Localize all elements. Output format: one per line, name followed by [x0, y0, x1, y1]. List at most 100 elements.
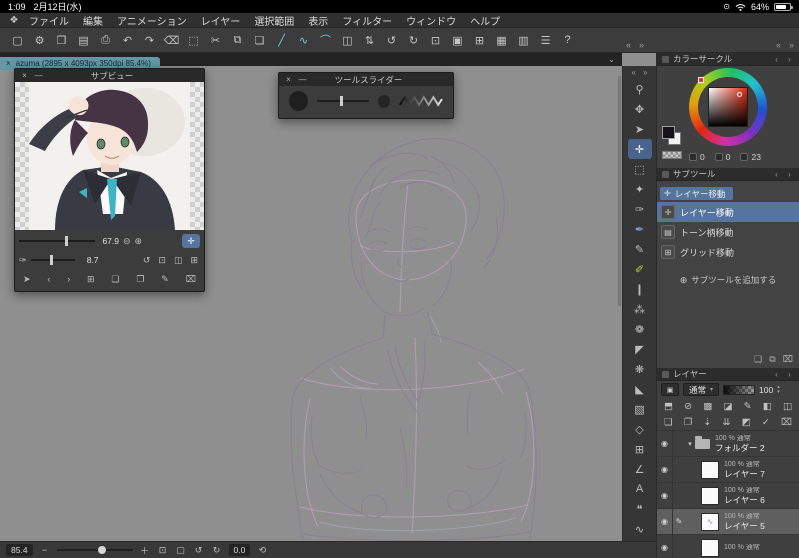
layer-move-tool[interactable]: ✛ — [627, 139, 652, 159]
subtool-item[interactable]: ▤ トーン柄移動 — [657, 222, 799, 242]
panel-next-icon[interactable]: › — [785, 370, 794, 379]
draft-layer-icon[interactable]: ✎ — [744, 401, 752, 412]
fit-screen-button[interactable]: ⊡ — [157, 545, 169, 556]
snap-grid-icon[interactable]: ⌒ — [316, 31, 335, 50]
layer-row[interactable]: ◉ ✎ ▾ 100 % 通常 レイヤー 6 — [657, 483, 799, 509]
create-mask-icon[interactable]: ◩ — [742, 417, 751, 428]
enable-mask-icon[interactable]: ◪ — [724, 401, 733, 412]
subtool-group-tab[interactable]: ✛ レイヤー移動 — [660, 187, 734, 200]
redo-icon[interactable]: ↷ — [140, 31, 159, 50]
add-image-icon[interactable]: ❐ — [136, 274, 144, 285]
timeline-icon[interactable]: ▥ — [514, 31, 533, 50]
clear-icon[interactable]: ⌫ — [162, 31, 181, 50]
auto-select-tool[interactable]: ✦ — [628, 179, 652, 199]
tool-slider-palette[interactable]: × — ツールスライダー — [278, 72, 454, 119]
workspace-icon[interactable]: ☰ — [536, 31, 555, 50]
close-icon[interactable]: × — [20, 71, 29, 80]
prev-image-icon[interactable]: ‹ — [47, 274, 50, 284]
copy-icon[interactable]: ⧉ — [228, 31, 247, 50]
delete-image-icon[interactable]: ⌧ — [186, 274, 196, 285]
add-subtool-icon[interactable]: ❏ — [754, 354, 762, 365]
reference-image[interactable] — [15, 82, 204, 230]
menu-item[interactable]: 編集 — [76, 13, 110, 28]
rotate-left-button[interactable]: ↺ — [193, 545, 205, 556]
hand-tool[interactable]: ✥ — [628, 99, 652, 119]
menu-item[interactable]: フィルター — [335, 13, 399, 28]
zoom-out-button[interactable]: − — [39, 545, 51, 555]
zoom-in-icon[interactable]: ⊕ — [135, 236, 143, 247]
subview-palette[interactable]: × — サブビュー 67.9 ⊖ ⊕ ✛ ✑ 8.7 ↺ ⊡ ◫ ⊞ ➤ ‹ ›… — [14, 68, 205, 292]
save-icon[interactable]: ▤ — [74, 31, 93, 50]
layer-row[interactable]: ◉ ✎ ▾ 100 % 通常 フォルダー 2 — [657, 431, 799, 457]
apply-mask-icon[interactable]: ✓ — [762, 417, 770, 428]
subview-secondary-slider[interactable] — [30, 255, 75, 265]
thumbnail-list-icon[interactable]: ⊞ — [87, 274, 95, 285]
visibility-eye-icon[interactable]: ◉ — [661, 543, 668, 552]
minimize-icon[interactable]: — — [298, 75, 307, 84]
menu-item[interactable]: レイヤー — [194, 13, 248, 28]
brush-size-preview[interactable] — [289, 91, 309, 111]
undo-icon[interactable]: ↶ — [118, 31, 137, 50]
lock-transparent-pixels-icon[interactable]: ▩ — [703, 401, 712, 412]
rotate-reset-icon[interactable]: ↺ — [143, 255, 151, 266]
blend-mode-select[interactable]: 通常 ▾ — [683, 383, 720, 396]
zoom-in-button[interactable]: ＋ — [139, 544, 151, 557]
text-tool[interactable]: A — [628, 479, 652, 499]
minimize-icon[interactable]: — — [34, 71, 43, 80]
collapse-left-icon[interactable]: « — [626, 40, 631, 50]
close-icon[interactable]: × — [284, 75, 293, 84]
menu-item[interactable]: 選択範囲 — [247, 13, 301, 28]
new-folder-icon[interactable]: ❐ — [684, 417, 693, 428]
pointer-icon[interactable]: ➤ — [23, 274, 31, 285]
marker-tool[interactable]: ✐ — [628, 259, 652, 279]
selection-tool[interactable]: ⬚ — [628, 159, 652, 179]
close-tab-icon[interactable]: × — [6, 59, 11, 68]
airbrush-tool[interactable]: ⁂ — [628, 299, 652, 319]
visibility-eye-icon[interactable]: ◉ — [661, 465, 668, 474]
edit-image-icon[interactable]: ✎ — [161, 274, 169, 285]
menu-item[interactable]: ウィンドウ — [399, 13, 463, 28]
collapse-left-icon[interactable]: « — [632, 68, 636, 77]
rotate-right-icon[interactable]: ↻ — [404, 31, 423, 50]
collapse-right-icon[interactable]: » — [639, 40, 644, 50]
material-panel-icon[interactable]: ▦ — [492, 31, 511, 50]
balloon-tool[interactable]: ❝ — [628, 499, 652, 519]
actual-size-button[interactable]: ▢ — [175, 545, 187, 556]
deselect-icon[interactable]: ⬚ — [184, 31, 203, 50]
frame-border-tool[interactable]: ⊞ — [628, 439, 652, 459]
collapse-right-icon[interactable]: » — [789, 40, 794, 50]
layer-color-icon[interactable]: ◧ — [763, 401, 772, 412]
eyedropper-toggle-icon[interactable]: ✑ — [19, 255, 27, 266]
zoom-tool[interactable]: ⚲ — [628, 79, 652, 99]
snap-special-ruler-icon[interactable]: ∿ — [294, 31, 313, 50]
transfer-to-below-icon[interactable]: ⇣ — [703, 417, 711, 428]
paste-icon[interactable]: ❏ — [250, 31, 269, 50]
delete-subtool-icon[interactable]: ⌧ — [783, 354, 793, 365]
brush-opacity-preview[interactable] — [377, 94, 391, 108]
layer-row[interactable]: ◉ ✎ ▾ 100 % 通常 レイヤー 7 — [657, 457, 799, 483]
menu-item[interactable]: 表示 — [301, 13, 335, 28]
visibility-eye-icon[interactable]: ◉ — [661, 517, 668, 526]
panel-next-icon[interactable]: › — [785, 55, 794, 64]
menu-item[interactable]: アニメーション — [110, 13, 194, 28]
cut-icon[interactable]: ✂ — [206, 31, 225, 50]
reset-rotation-button[interactable]: ⟲ — [256, 545, 268, 556]
canvas-settings-icon[interactable]: ⚙ — [30, 31, 49, 50]
new-raster-layer-icon[interactable]: ❏ — [664, 417, 673, 428]
main-color-swatch[interactable] — [662, 126, 675, 139]
panel-prev-icon[interactable]: ‹ — [772, 55, 781, 64]
merge-to-below-icon[interactable]: ⇊ — [723, 417, 731, 428]
panel-prev-icon[interactable]: ‹ — [772, 170, 781, 179]
flip-view-icon[interactable]: ◫ — [174, 255, 183, 266]
clip-to-layer-below-icon[interactable]: ⬒ — [664, 401, 673, 412]
layer-thumbnail-settings[interactable]: ▣ — [661, 383, 679, 396]
new-canvas-icon[interactable]: ▢ — [8, 31, 27, 50]
layer-row[interactable]: ◉ ✎ ▾ 100 % 通常 レイヤー 5 — [657, 509, 799, 535]
flip-vertical-icon[interactable]: ⇅ — [360, 31, 379, 50]
open-file-icon[interactable]: ❐ — [52, 31, 71, 50]
flip-horizontal-icon[interactable]: ◫ — [338, 31, 357, 50]
zoom-slider-handle[interactable] — [98, 546, 107, 554]
subtool-item[interactable]: ✛ レイヤー移動 — [657, 202, 799, 222]
layer-row[interactable]: ◉ ✎ ▾ 100 % 通常 — [657, 535, 799, 558]
visibility-eye-icon[interactable]: ◉ — [661, 491, 668, 500]
